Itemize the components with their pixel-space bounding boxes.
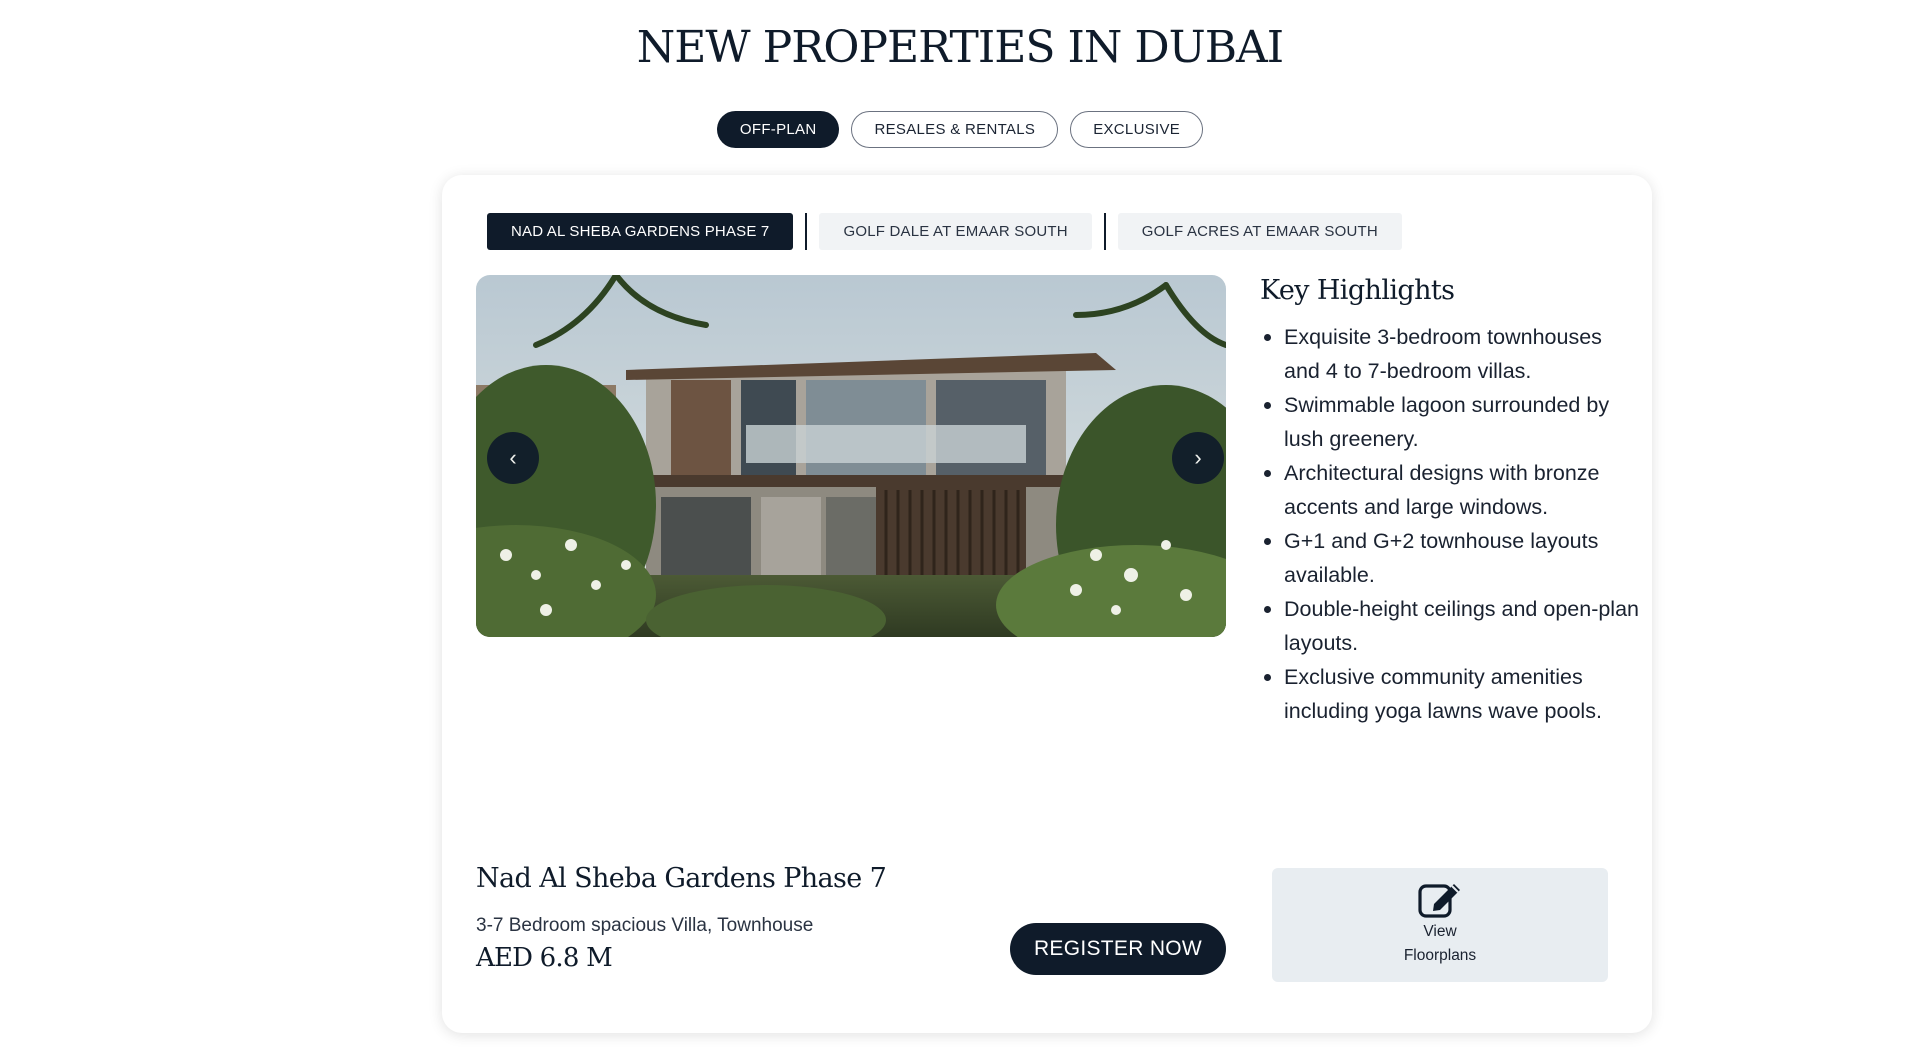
property-card: NAD AL SHEBA GARDENS PHASE 7 GOLF DALE A… <box>442 175 1652 1033</box>
listing-type-tabs: OFF-PLAN RESALES & RENTALS EXCLUSIVE <box>0 111 1920 148</box>
property-name: Nad Al Sheba Gardens Phase 7 <box>476 863 887 894</box>
highlight-item: Swimmable lagoon surrounded by lush gree… <box>1260 388 1640 456</box>
floorplans-label: View Floorplans <box>1395 920 1485 968</box>
carousel-next-button[interactable]: › <box>1172 432 1224 484</box>
highlight-item: Exquisite 3-bedroom townhouses and 4 to … <box>1260 320 1640 388</box>
highlights-list: Exquisite 3-bedroom townhouses and 4 to … <box>1260 320 1640 728</box>
page-title: NEW PROPERTIES IN DUBAI <box>636 22 1284 73</box>
chevron-left-icon: ‹ <box>509 445 517 470</box>
highlight-item: Exclusive community amenities including … <box>1260 660 1640 728</box>
property-image <box>476 275 1226 637</box>
tab-resales-rentals[interactable]: RESALES & RENTALS <box>851 111 1059 148</box>
tab-golf-acres[interactable]: GOLF ACRES AT EMAAR SOUTH <box>1117 213 1402 250</box>
view-floorplans-button[interactable]: View Floorplans <box>1272 868 1608 982</box>
register-now-button[interactable]: REGISTER NOW <box>1010 923 1226 975</box>
floorplans-label-line1: View <box>1423 923 1457 940</box>
tab-divider <box>1103 213 1106 250</box>
tab-divider <box>805 213 808 250</box>
project-tabs: NAD AL SHEBA GARDENS PHASE 7 GOLF DALE A… <box>487 213 1402 250</box>
tab-off-plan[interactable]: OFF-PLAN <box>716 111 840 148</box>
floorplans-label-line2: Floorplans <box>1403 947 1477 964</box>
highlight-item: Architectural designs with bronze accent… <box>1260 456 1640 524</box>
carousel-prev-button[interactable]: ‹ <box>487 432 539 484</box>
key-highlights: Key Highlights Exquisite 3-bedroom townh… <box>1260 275 1640 728</box>
property-description: 3-7 Bedroom spacious Villa, Townhouse <box>476 915 814 936</box>
edit-icon <box>1418 884 1460 918</box>
image-carousel[interactable]: ‹ › <box>476 275 1226 637</box>
tab-exclusive[interactable]: EXCLUSIVE <box>1070 111 1204 148</box>
highlight-item: Double-height ceilings and open-plan lay… <box>1260 592 1640 660</box>
highlights-title: Key Highlights <box>1260 275 1455 306</box>
tab-golf-dale[interactable]: GOLF DALE AT EMAAR SOUTH <box>819 213 1092 250</box>
chevron-right-icon: › <box>1194 445 1202 470</box>
highlight-item: G+1 and G+2 townhouse layouts available. <box>1260 524 1640 592</box>
property-price: AED 6.8 M <box>476 943 613 973</box>
tab-nad-al-sheba-gardens[interactable]: NAD AL SHEBA GARDENS PHASE 7 <box>487 213 794 250</box>
